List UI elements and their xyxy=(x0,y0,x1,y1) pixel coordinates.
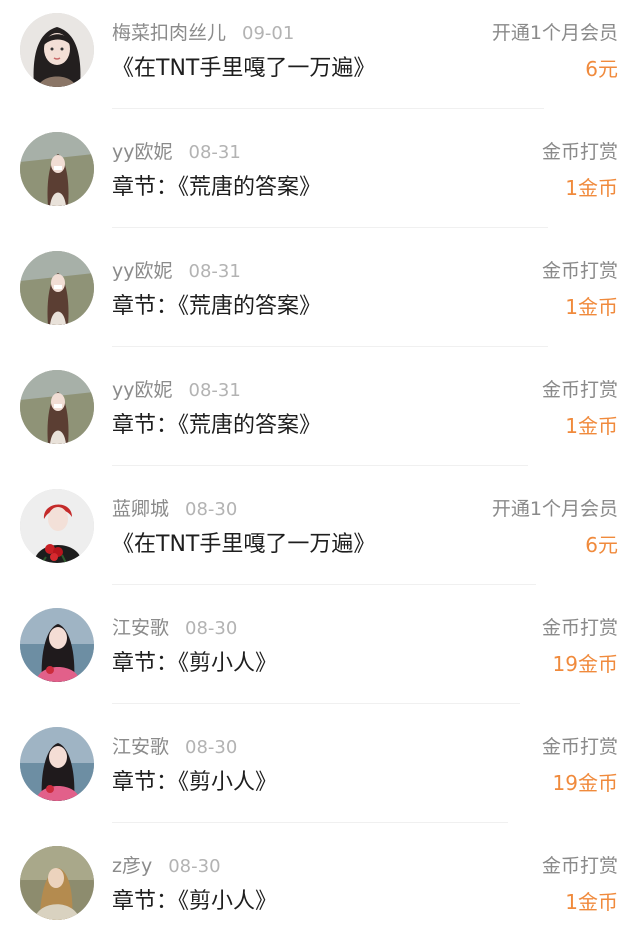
avatar[interactable] xyxy=(20,727,94,801)
avatar[interactable] xyxy=(20,251,94,325)
avatar[interactable] xyxy=(20,13,94,87)
avatar[interactable] xyxy=(20,846,94,920)
avatar-girl-outdoor-icon xyxy=(20,251,94,325)
row-divider xyxy=(112,822,508,823)
avatar[interactable] xyxy=(20,370,94,444)
user-name[interactable]: z彦y xyxy=(112,855,152,877)
row-divider xyxy=(112,346,548,347)
row-divider xyxy=(112,584,536,585)
record-title[interactable]: 章节：《荒唐的答案》 xyxy=(112,289,321,325)
record-row[interactable]: 梅菜扣肉丝儿 09-01 《在TNT手里嘎了一万遍》 开通1个月会员 6元 xyxy=(0,0,640,119)
avatar[interactable] xyxy=(20,132,94,206)
record-meta: yy欧妮 08-31 xyxy=(112,374,241,406)
avatar[interactable] xyxy=(20,608,94,682)
row-divider xyxy=(112,108,544,109)
record-meta: z彦y 08-30 xyxy=(112,850,221,882)
record-amount: 6元 xyxy=(585,57,618,81)
record-action: 金币打赏 xyxy=(541,617,618,639)
record-title[interactable]: 章节：《剪小人》 xyxy=(112,765,277,801)
record-date: 08-31 xyxy=(188,142,241,163)
record-meta: 江安歌 08-30 xyxy=(112,612,237,644)
record-date: 08-30 xyxy=(185,737,238,758)
record-meta: 蓝卿城 08-30 xyxy=(112,493,237,525)
record-action: 开通1个月会员 xyxy=(491,498,618,520)
record-amount: 19金币 xyxy=(552,771,618,795)
avatar-girl-outdoor-icon xyxy=(20,132,94,206)
row-divider xyxy=(112,703,520,704)
record-date: 09-01 xyxy=(242,23,295,44)
row-divider xyxy=(112,465,528,466)
record-title[interactable]: 章节：《剪小人》 xyxy=(112,884,277,920)
avatar-girl-pink-sweater-icon xyxy=(20,608,94,682)
record-row[interactable]: yy欧妮 08-31 章节：《荒唐的答案》 金币打赏 1金币 xyxy=(0,357,640,476)
record-title[interactable]: 章节：《荒唐的答案》 xyxy=(112,170,321,206)
record-action: 开通1个月会员 xyxy=(491,22,618,44)
record-title[interactable]: 章节：《剪小人》 xyxy=(112,646,277,682)
record-amount: 6元 xyxy=(585,533,618,557)
user-name[interactable]: yy欧妮 xyxy=(112,141,173,163)
record-action: 金币打赏 xyxy=(541,736,618,758)
record-amount: 1金币 xyxy=(565,414,618,438)
record-date: 08-31 xyxy=(188,380,241,401)
record-date: 08-30 xyxy=(185,499,238,520)
avatar-girl-outdoor-icon xyxy=(20,370,94,444)
row-divider xyxy=(112,227,548,228)
record-date: 08-31 xyxy=(188,261,241,282)
record-meta: 江安歌 08-30 xyxy=(112,731,237,763)
record-title[interactable]: 章节：《荒唐的答案》 xyxy=(112,408,321,444)
record-amount: 19金币 xyxy=(552,652,618,676)
record-amount: 1金币 xyxy=(565,176,618,200)
record-meta: yy欧妮 08-31 xyxy=(112,255,241,287)
record-row[interactable]: 蓝卿城 08-30 《在TNT手里嘎了一万遍》 开通1个月会员 6元 xyxy=(0,476,640,595)
record-row[interactable]: yy欧妮 08-31 章节：《荒唐的答案》 金币打赏 1金币 xyxy=(0,119,640,238)
user-name[interactable]: 江安歌 xyxy=(112,617,169,639)
record-action: 金币打赏 xyxy=(541,260,618,282)
avatar-girl-painting-icon xyxy=(20,846,94,920)
record-row[interactable]: z彦y 08-30 章节：《剪小人》 金币打赏 1金币 xyxy=(0,833,640,952)
record-date: 08-30 xyxy=(185,618,238,639)
record-action: 金币打赏 xyxy=(541,855,618,877)
user-name[interactable]: yy欧妮 xyxy=(112,379,173,401)
record-row[interactable]: 江安歌 08-30 章节：《剪小人》 金币打赏 19金币 xyxy=(0,595,640,714)
user-name[interactable]: 蓝卿城 xyxy=(112,498,169,520)
record-row[interactable]: 江安歌 08-30 章节：《剪小人》 金币打赏 19金币 xyxy=(0,714,640,833)
avatar-man-red-hair-roses-icon xyxy=(20,489,94,563)
record-title[interactable]: 《在TNT手里嘎了一万遍》 xyxy=(112,51,375,87)
avatar[interactable] xyxy=(20,489,94,563)
record-meta: yy欧妮 08-31 xyxy=(112,136,241,168)
record-amount: 1金币 xyxy=(565,295,618,319)
record-title[interactable]: 《在TNT手里嘎了一万遍》 xyxy=(112,527,375,563)
record-date: 08-30 xyxy=(168,856,221,877)
record-meta: 梅菜扣肉丝儿 09-01 xyxy=(112,17,294,49)
record-action: 金币打赏 xyxy=(541,141,618,163)
record-action: 金币打赏 xyxy=(541,379,618,401)
user-name[interactable]: 梅菜扣肉丝儿 xyxy=(112,22,226,44)
avatar-girl-long-dark-hair-icon xyxy=(20,13,94,87)
avatar-girl-pink-sweater-icon xyxy=(20,727,94,801)
user-name[interactable]: 江安歌 xyxy=(112,736,169,758)
record-amount: 1金币 xyxy=(565,890,618,914)
user-name[interactable]: yy欧妮 xyxy=(112,260,173,282)
record-row[interactable]: yy欧妮 08-31 章节：《荒唐的答案》 金币打赏 1金币 xyxy=(0,238,640,357)
